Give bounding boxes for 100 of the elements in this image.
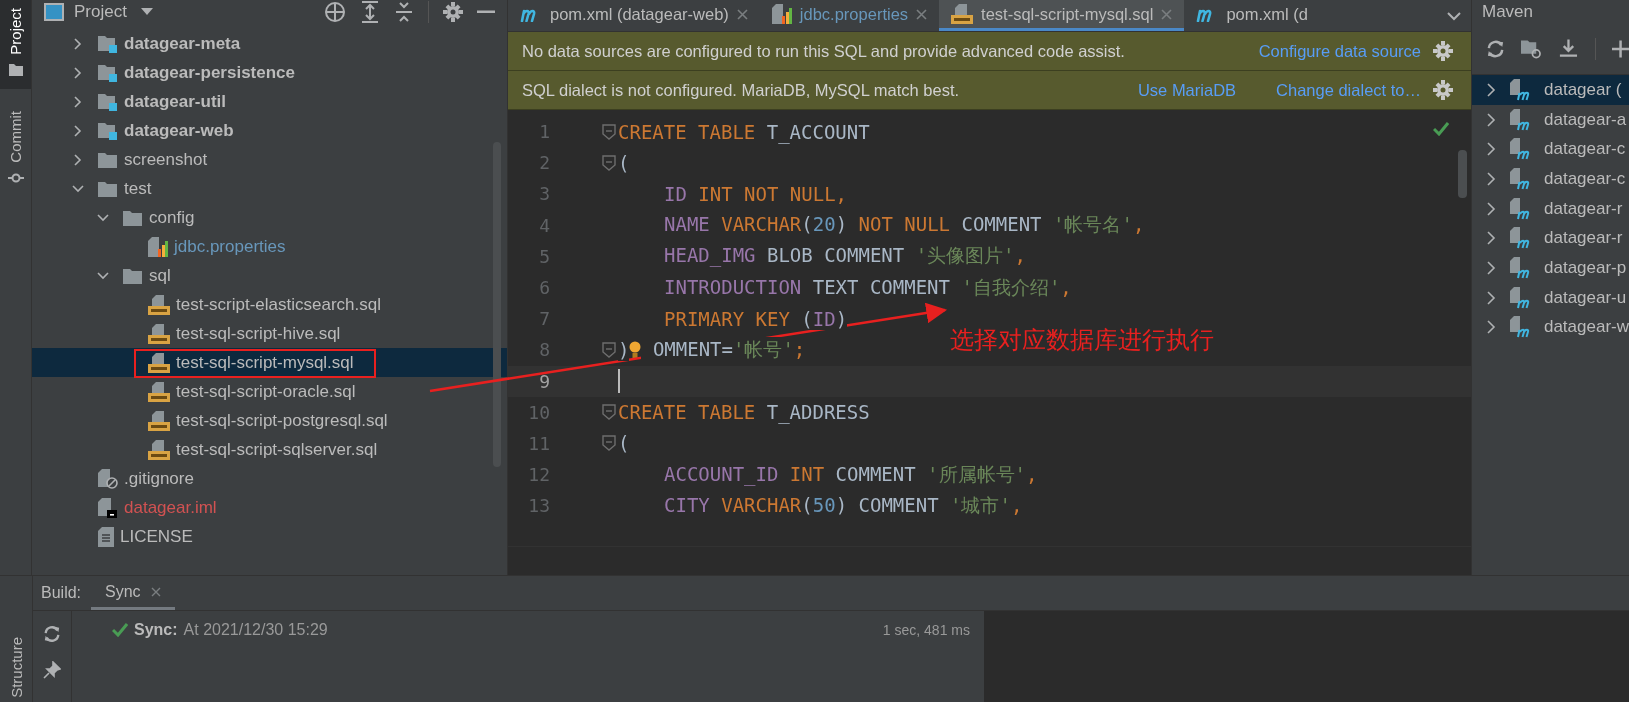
- side-tab[interactable]: Commit: [0, 102, 31, 199]
- chevron-right-icon[interactable]: [1486, 142, 1496, 157]
- checkmark-icon: [1433, 122, 1449, 136]
- maven-project-item[interactable]: datagear-w: [1472, 312, 1629, 343]
- tree-item[interactable]: test-sql-script-hive.sql: [32, 319, 507, 348]
- fold-marker-icon[interactable]: [602, 404, 616, 421]
- sql-file-icon: [148, 352, 170, 373]
- collapse-all-icon[interactable]: [394, 1, 414, 23]
- lightbulb-icon[interactable]: [629, 340, 642, 359]
- folder-refresh-icon[interactable]: [1521, 39, 1542, 59]
- maven-project-item[interactable]: datagear-a: [1472, 104, 1629, 135]
- tree-item[interactable]: datagear-meta: [32, 29, 507, 58]
- tree-item[interactable]: sql: [32, 261, 507, 290]
- chevron-right-icon[interactable]: [1486, 201, 1496, 216]
- sql-file-icon: [148, 294, 170, 315]
- chevron-right-icon[interactable]: [1486, 290, 1496, 305]
- tree-item[interactable]: config: [32, 203, 507, 232]
- editor-tab[interactable]: jdbc.properties: [759, 0, 940, 31]
- close-icon[interactable]: [916, 8, 928, 20]
- chevron-down-icon[interactable]: [97, 269, 109, 282]
- minimize-icon[interactable]: [477, 10, 495, 14]
- maven-module-icon: [1510, 197, 1530, 220]
- maven-project-item[interactable]: datagear-p: [1472, 253, 1629, 283]
- settings-icon[interactable]: [443, 2, 463, 22]
- chevron-right-icon[interactable]: [72, 95, 84, 108]
- sql-file-icon: [951, 4, 974, 24]
- download-icon[interactable]: [1557, 38, 1579, 60]
- chevron-right-icon[interactable]: [72, 37, 84, 50]
- tree-item[interactable]: test-sql-script-oracle.sql: [32, 377, 507, 406]
- editor-tab[interactable]: pom.xml (d: [1184, 0, 1321, 31]
- fold-marker-icon[interactable]: [602, 435, 616, 452]
- chevron-right-icon[interactable]: [1486, 231, 1496, 246]
- chevron-right-icon[interactable]: [72, 124, 84, 137]
- tree-item[interactable]: jdbc.properties: [32, 232, 507, 261]
- maven-module-icon: [1510, 256, 1530, 279]
- settings-icon[interactable]: [1433, 80, 1453, 100]
- refresh-icon[interactable]: [43, 625, 61, 643]
- scrollbar-thumb[interactable]: [493, 142, 501, 467]
- sql-file-icon: [148, 381, 170, 402]
- line-number: 9: [538, 370, 550, 392]
- tree-item[interactable]: .gitignore: [32, 464, 507, 493]
- refresh-icon[interactable]: [1486, 39, 1506, 59]
- tool-tab[interactable]: Sync: [91, 576, 175, 610]
- tree-item[interactable]: test-sql-script-sqlserver.sql: [32, 435, 507, 464]
- line-number: 12: [527, 464, 550, 486]
- sync-label: Sync:: [134, 621, 178, 639]
- chevron-right-icon[interactable]: [72, 153, 84, 166]
- pin-icon[interactable]: [43, 661, 61, 679]
- close-icon[interactable]: [150, 586, 161, 597]
- chevron-right-icon[interactable]: [1486, 171, 1496, 186]
- fold-marker-icon[interactable]: [602, 341, 616, 358]
- maven-module-icon: [1510, 167, 1530, 190]
- fold-marker-icon[interactable]: [602, 154, 616, 171]
- side-tab[interactable]: Project: [0, 0, 31, 89]
- tree-item[interactable]: test: [32, 174, 507, 203]
- dropdown-caret-icon[interactable]: [140, 8, 153, 16]
- maven-project-item[interactable]: datagear-r: [1472, 223, 1629, 254]
- chevron-right-icon[interactable]: [1486, 112, 1496, 127]
- folder-icon: [7, 62, 24, 77]
- line-number: 5: [538, 245, 550, 267]
- banner-text: SQL dialect is not configured. MariaDB, MySQL match best.: [522, 80, 960, 100]
- scrollbar-thumb[interactable]: [1458, 150, 1467, 198]
- chevron-down-icon[interactable]: [72, 182, 84, 195]
- sync-time: At 2021/12/30 15:29: [183, 621, 328, 639]
- folder-icon: [98, 151, 118, 168]
- tree-item[interactable]: datagear-util: [32, 87, 507, 116]
- chevron-right-icon[interactable]: [1486, 320, 1496, 335]
- module-folder-icon: [98, 92, 118, 111]
- close-icon[interactable]: [736, 8, 748, 20]
- maven-project-item[interactable]: datagear-c: [1472, 134, 1629, 165]
- annotation-text: 选择对应数据库进行执行: [950, 325, 1214, 356]
- fold-marker-icon[interactable]: [602, 123, 616, 140]
- settings-icon[interactable]: [1433, 41, 1453, 61]
- tree-item[interactable]: screenshot: [32, 145, 507, 174]
- tree-item[interactable]: test-script-elasticsearch.sql: [32, 290, 507, 319]
- maven-project-item[interactable]: datagear-c: [1472, 164, 1629, 194]
- expand-all-icon[interactable]: [360, 1, 380, 23]
- tree-item[interactable]: test-sql-script-postgresql.sql: [32, 406, 507, 435]
- chevron-down-icon[interactable]: [97, 211, 109, 224]
- sql-file-icon: [148, 439, 170, 460]
- maven-project-item[interactable]: datagear-r: [1472, 193, 1629, 224]
- maven-project-item[interactable]: datagear (: [1472, 75, 1629, 105]
- chevron-right-icon[interactable]: [1486, 82, 1496, 97]
- banner-text: No data sources are configured to run this SQL and provide advanced code assist.: [522, 41, 1125, 61]
- chevron-down-icon[interactable]: [1447, 10, 1461, 21]
- tree-item[interactable]: datagear-persistence: [32, 58, 507, 87]
- maven-project-item[interactable]: datagear-u: [1472, 282, 1629, 313]
- editor-tab[interactable]: test-sql-script-mysql.sql: [939, 0, 1185, 31]
- crosshair-icon[interactable]: [324, 1, 346, 23]
- chevron-right-icon[interactable]: [1486, 260, 1496, 275]
- tree-item[interactable]: LICENSE: [32, 522, 507, 551]
- panel-title[interactable]: Project: [74, 2, 127, 22]
- chevron-right-icon[interactable]: [72, 66, 84, 79]
- side-tab[interactable]: Structure: [7, 637, 25, 698]
- line-number: 10: [527, 401, 550, 423]
- plus-icon[interactable]: [1611, 40, 1629, 58]
- tree-item[interactable]: test-sql-script-mysql.sql: [32, 348, 507, 377]
- editor-tab[interactable]: pom.xml (datagear-web): [508, 0, 760, 31]
- line-number: 6: [538, 277, 550, 299]
- tree-item[interactable]: datagear-web: [32, 116, 507, 145]
